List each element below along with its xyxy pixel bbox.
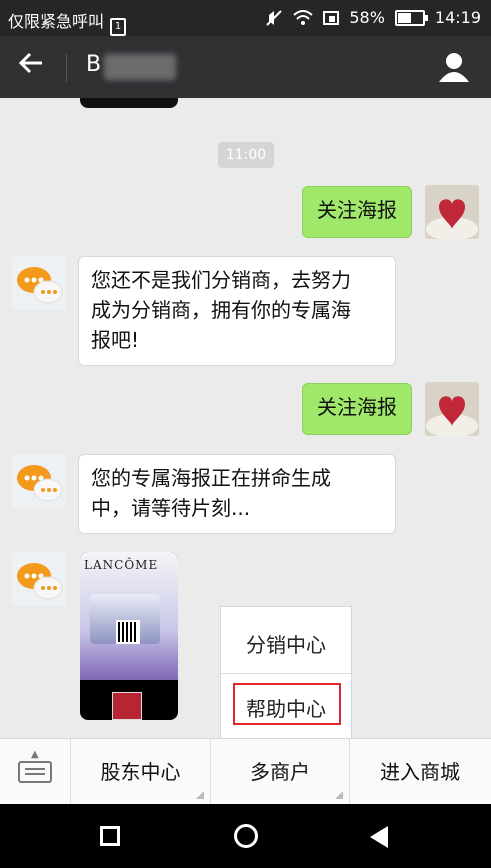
poster-image-message[interactable]: LANCÔME <box>80 552 178 720</box>
submenu-divider <box>221 673 351 674</box>
wifi-icon <box>293 9 313 25</box>
status-bar: 仅限紧急呼叫 1 58% 14:19 <box>0 0 491 36</box>
mute-icon <box>266 9 283 26</box>
status-right: 58% 14:19 <box>265 8 481 27</box>
qr-code <box>116 620 140 644</box>
submenu-item-help[interactable]: 帮助中心 <box>221 693 351 722</box>
back-arrow-icon[interactable] <box>18 50 44 83</box>
back-icon[interactable] <box>370 826 388 848</box>
submenu-popup: 分销中心 帮助中心 <box>220 606 352 740</box>
menu-label: 股东中心 <box>100 760 181 784</box>
keyboard-icon <box>18 761 52 783</box>
carrier-text: 仅限紧急呼叫 <box>8 12 105 31</box>
poster-image: LANCÔME <box>80 552 178 680</box>
chat-header: B <box>0 36 491 98</box>
submenu-indicator-icon <box>196 791 204 799</box>
battery-fill <box>397 12 411 23</box>
user-avatar[interactable] <box>425 185 479 239</box>
blurred-title <box>104 54 176 80</box>
menu-enter-mall[interactable]: 进入商城 <box>350 739 490 805</box>
recent-apps-icon[interactable] <box>100 826 120 846</box>
bot-avatar[interactable] <box>12 256 66 310</box>
submenu-indicator-icon <box>335 791 343 799</box>
menu-multi-merchant[interactable]: 多商户 <box>211 739 350 805</box>
menu-label: 多商户 <box>250 760 310 784</box>
user-avatar[interactable] <box>425 382 479 436</box>
chat-title: B <box>86 52 102 77</box>
message-bubble-right[interactable]: 关注海报 <box>302 383 412 435</box>
clock: 14:19 <box>434 8 481 27</box>
bot-avatar[interactable] <box>12 454 66 508</box>
message-bubble-right[interactable]: 关注海报 <box>302 186 412 238</box>
menu-shareholder-center[interactable]: 股东中心 <box>71 739 211 805</box>
battery-percent: 58% <box>349 8 385 27</box>
message-bubble-left[interactable]: 您的专属海报正在拼命生成 中，请等待片刻... <box>78 454 396 534</box>
message-bubble-left[interactable]: 您还不是我们分销商，去努力 成为分销商，拥有你的专属海 报吧! <box>78 256 396 366</box>
header-divider <box>66 54 67 82</box>
previous-image-card[interactable] <box>80 98 178 108</box>
bottom-menu-bar: ▲ 股东中心 多商户 进入商城 <box>0 738 491 805</box>
keyboard-toggle[interactable]: ▲ <box>0 739 71 805</box>
submenu-item-distribution[interactable]: 分销中心 <box>221 629 351 658</box>
battery-icon <box>394 9 428 26</box>
system-nav-bar <box>0 804 491 868</box>
menu-label: 进入商城 <box>380 760 460 784</box>
timestamp: 11:00 <box>218 142 274 168</box>
home-icon[interactable] <box>234 824 258 848</box>
chevron-up-icon: ▲ <box>31 749 39 760</box>
poster-brand: LANCÔME <box>84 558 159 572</box>
data-icon <box>323 10 340 25</box>
bot-avatar[interactable] <box>12 552 66 606</box>
poster-thumbnail <box>112 692 142 720</box>
sim-icon: 1 <box>110 18 127 36</box>
status-left: 仅限紧急呼叫 1 <box>8 8 127 36</box>
user-icon[interactable] <box>437 50 471 84</box>
